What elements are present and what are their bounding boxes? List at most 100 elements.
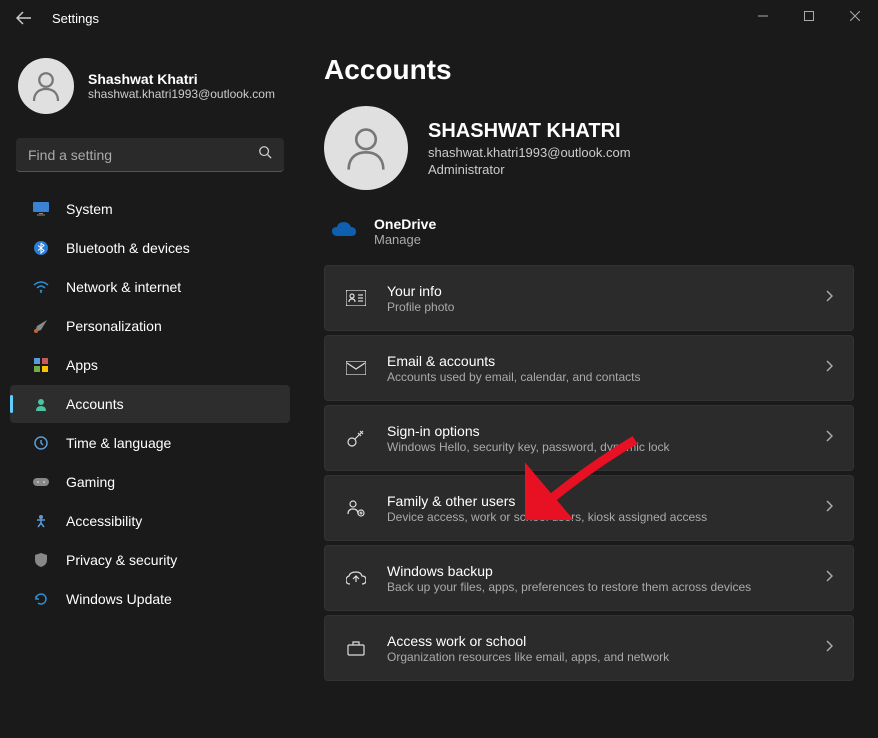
family-icon — [345, 497, 367, 519]
nav-item-update[interactable]: Windows Update — [10, 580, 290, 618]
card-windows-backup[interactable]: Windows backup Back up your files, apps,… — [324, 545, 854, 611]
nav-item-gaming[interactable]: Gaming — [10, 463, 290, 501]
card-email-accounts[interactable]: Email & accounts Accounts used by email,… — [324, 335, 854, 401]
card-your-info[interactable]: Your info Profile photo — [324, 265, 854, 331]
card-signin-options[interactable]: Sign-in options Windows Hello, security … — [324, 405, 854, 471]
nav-label: Network & internet — [66, 279, 181, 295]
nav-item-privacy[interactable]: Privacy & security — [10, 541, 290, 579]
clock-icon — [32, 434, 50, 452]
nav-label: Accounts — [66, 396, 124, 412]
avatar — [18, 58, 74, 114]
close-button[interactable] — [832, 0, 878, 32]
bluetooth-icon — [32, 239, 50, 257]
onedrive-icon — [332, 220, 356, 244]
nav-item-accounts[interactable]: Accounts — [10, 385, 290, 423]
hero-name: SHASHWAT KHATRI — [428, 120, 631, 143]
hero-text: SHASHWAT KHATRI shashwat.khatri1993@outl… — [428, 120, 631, 177]
app-title: Settings — [52, 11, 99, 26]
nav-label: Apps — [66, 357, 98, 373]
sidebar-user-email: shashwat.khatri1993@outlook.com — [88, 87, 275, 101]
content-area: Accounts SHASHWAT KHATRI shashwat.khatri… — [300, 36, 878, 738]
nav-item-bluetooth[interactable]: Bluetooth & devices — [10, 229, 290, 267]
user-text: Shashwat Khatri shashwat.khatri1993@outl… — [88, 71, 275, 101]
chevron-right-icon — [825, 289, 833, 307]
briefcase-icon — [345, 637, 367, 659]
card-title: Access work or school — [387, 633, 825, 649]
nav-label: Windows Update — [66, 591, 172, 607]
sidebar: Shashwat Khatri shashwat.khatri1993@outl… — [0, 36, 300, 738]
back-arrow-icon — [16, 10, 32, 26]
search-box[interactable] — [16, 138, 284, 172]
gaming-icon — [32, 473, 50, 491]
minimize-button[interactable] — [740, 0, 786, 32]
card-title: Sign-in options — [387, 423, 825, 439]
minimize-icon — [758, 11, 768, 21]
card-text: Email & accounts Accounts used by email,… — [387, 353, 825, 384]
nav-item-apps[interactable]: Apps — [10, 346, 290, 384]
chevron-right-icon — [825, 429, 833, 447]
card-title: Your info — [387, 283, 825, 299]
onedrive-text: OneDrive Manage — [374, 216, 436, 247]
hero-email: shashwat.khatri1993@outlook.com — [428, 145, 631, 160]
card-text: Family & other users Device access, work… — [387, 493, 825, 524]
chevron-right-icon — [825, 569, 833, 587]
key-icon — [345, 427, 367, 449]
nav-list: System Bluetooth & devices Network & int… — [0, 190, 300, 618]
apps-icon — [32, 356, 50, 374]
person-icon — [340, 122, 392, 174]
close-icon — [850, 11, 860, 21]
sidebar-user-block[interactable]: Shashwat Khatri shashwat.khatri1993@outl… — [0, 50, 300, 122]
onedrive-title: OneDrive — [374, 216, 436, 232]
wifi-icon — [32, 278, 50, 296]
card-title: Email & accounts — [387, 353, 825, 369]
profile-card-icon — [345, 287, 367, 309]
nav-label: Time & language — [66, 435, 171, 451]
card-text: Windows backup Back up your files, apps,… — [387, 563, 825, 594]
nav-item-personalization[interactable]: Personalization — [10, 307, 290, 345]
chevron-right-icon — [825, 359, 833, 377]
nav-label: Gaming — [66, 474, 115, 490]
brush-icon — [32, 317, 50, 335]
onedrive-action: Manage — [374, 232, 436, 247]
nav-item-accessibility[interactable]: Accessibility — [10, 502, 290, 540]
system-icon — [32, 200, 50, 218]
titlebar: Settings — [0, 0, 878, 36]
search-icon — [258, 145, 272, 164]
card-sub: Windows Hello, security key, password, d… — [387, 440, 825, 454]
nav-label: Accessibility — [66, 513, 142, 529]
mail-icon — [345, 357, 367, 379]
maximize-button[interactable] — [786, 0, 832, 32]
account-hero: SHASHWAT KHATRI shashwat.khatri1993@outl… — [324, 106, 854, 190]
hero-avatar — [324, 106, 408, 190]
card-sub: Accounts used by email, calendar, and co… — [387, 370, 825, 384]
card-text: Your info Profile photo — [387, 283, 825, 314]
nav-label: Bluetooth & devices — [66, 240, 190, 256]
nav-item-time[interactable]: Time & language — [10, 424, 290, 462]
shield-icon — [32, 551, 50, 569]
page-heading: Accounts — [324, 54, 854, 86]
accessibility-icon — [32, 512, 50, 530]
update-icon — [32, 590, 50, 608]
sidebar-user-name: Shashwat Khatri — [88, 71, 275, 87]
nav-item-system[interactable]: System — [10, 190, 290, 228]
onedrive-row[interactable]: OneDrive Manage — [324, 210, 854, 265]
card-sub: Organization resources like email, apps,… — [387, 650, 825, 664]
backup-icon — [345, 567, 367, 589]
nav-label: Personalization — [66, 318, 162, 334]
back-button[interactable] — [8, 2, 40, 34]
nav-label: Privacy & security — [66, 552, 177, 568]
card-title: Family & other users — [387, 493, 825, 509]
nav-label: System — [66, 201, 113, 217]
card-work-school[interactable]: Access work or school Organization resou… — [324, 615, 854, 681]
person-icon — [28, 68, 64, 104]
window-controls — [740, 0, 878, 32]
card-sub: Profile photo — [387, 300, 825, 314]
card-family-users[interactable]: Family & other users Device access, work… — [324, 475, 854, 541]
nav-item-network[interactable]: Network & internet — [10, 268, 290, 306]
search-input[interactable] — [28, 147, 258, 163]
card-sub: Back up your files, apps, preferences to… — [387, 580, 825, 594]
chevron-right-icon — [825, 639, 833, 657]
card-text: Sign-in options Windows Hello, security … — [387, 423, 825, 454]
card-text: Access work or school Organization resou… — [387, 633, 825, 664]
accounts-icon — [32, 395, 50, 413]
